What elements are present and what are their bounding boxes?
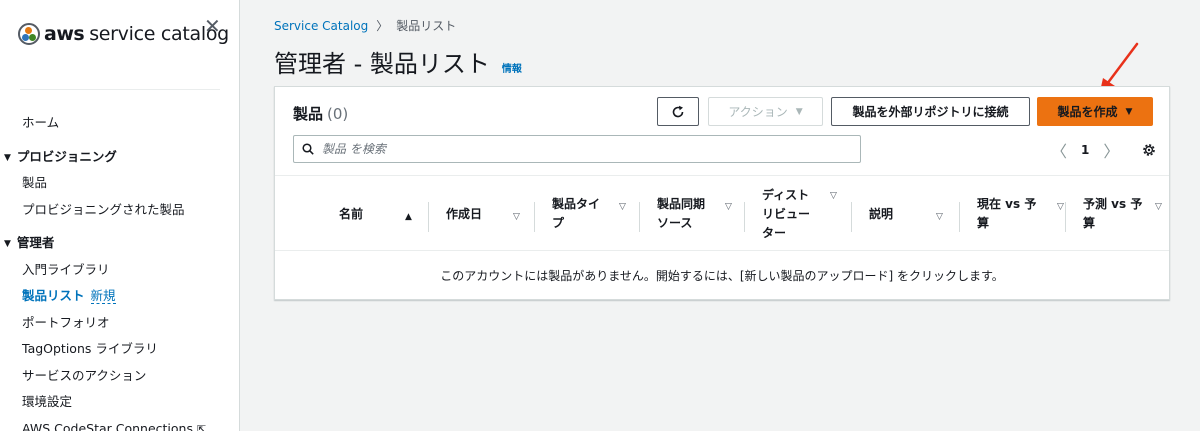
sort-icon: ▽: [513, 212, 520, 222]
sidebar-divider: [20, 89, 220, 90]
sidebar-item-service-actions[interactable]: サービスのアクション: [0, 363, 239, 390]
actions-dropdown[interactable]: アクション ▼: [708, 97, 823, 126]
gear-icon[interactable]: [1141, 142, 1157, 158]
sidebar-item-label: 入門ライブラリ: [22, 261, 110, 277]
sidebar-section-label: プロビジョニング: [16, 148, 117, 164]
column-label: 名前: [339, 206, 364, 221]
column-divider: [744, 202, 745, 232]
products-table-container: 製品 (0) アクション ▼ 製品を外部リポジトリに接続 製品を作成 ▼ 製品 …: [274, 86, 1170, 300]
column-divider: [428, 202, 429, 232]
sidebar-item-label: AWS CodeStar Connections: [22, 420, 193, 431]
sidebar-item-label: TagOptions ライブラリ: [22, 341, 158, 356]
search-icon: [302, 143, 314, 155]
column-header-current-vs-budget[interactable]: 現在 vs 予算 ▽: [977, 176, 1073, 252]
sidebar-item-label: ポートフォリオ: [22, 314, 110, 330]
logo-aws-text: aws: [44, 23, 85, 45]
column-header-description[interactable]: 説明 ▽: [869, 176, 949, 252]
column-label: 説明: [869, 206, 894, 221]
sidebar-item-portfolios[interactable]: ポートフォリオ: [0, 310, 239, 337]
sidebar-item-label: 製品: [22, 175, 48, 190]
sort-ascending-icon: ▲: [405, 212, 412, 222]
column-header-name[interactable]: 名前 ▲: [339, 176, 429, 252]
aws-service-catalog-logo: [18, 23, 40, 45]
service-logo[interactable]: aws service catalog: [18, 22, 229, 46]
sidebar-item-home[interactable]: ホーム: [0, 110, 239, 137]
column-divider: [959, 202, 960, 232]
empty-table-message: このアカウントには製品がありません。開始するには、[新しい製品のアップロード] …: [440, 268, 1004, 283]
caret-down-icon: ▼: [1125, 106, 1133, 117]
new-badge: 新規: [90, 288, 116, 304]
column-label: 現在 vs 予算: [977, 197, 1037, 230]
table-header: 名前 ▲ 作成日 ▽ 製品タイプ ▽ 製品同期 ソース ▽ ディスト リビュー …: [275, 175, 1169, 251]
products-title: 製品: [293, 105, 324, 123]
page-number[interactable]: 1: [1081, 143, 1089, 157]
breadcrumb-service-catalog[interactable]: Service Catalog: [274, 19, 368, 33]
caret-down-icon: ▼: [795, 106, 803, 117]
create-product-label: 製品を作成: [1057, 105, 1118, 119]
column-header-distributor[interactable]: ディスト リビュー ター ▽: [762, 176, 852, 252]
sidebar-item-label: ホーム: [22, 115, 60, 130]
app-root: aws service catalog ✕ ホーム ▼ プロビジョニング 製品 プ…: [0, 0, 1200, 431]
page-title-text: 管理者 - 製品リスト: [274, 50, 490, 78]
sidebar-item-preferences[interactable]: 環境設定: [0, 389, 239, 416]
breadcrumb: Service Catalog 〉 製品リスト: [274, 17, 456, 34]
column-label: 作成日: [446, 206, 483, 221]
sort-icon: ▽: [725, 202, 732, 212]
sidebar-item-label: 製品リスト: [22, 288, 85, 303]
column-divider: [851, 202, 852, 232]
search-field[interactable]: [293, 135, 861, 163]
sidebar-section-provisioning[interactable]: ▼ プロビジョニング: [0, 144, 239, 171]
products-count: (0): [327, 105, 349, 123]
chevron-left-icon[interactable]: 〈: [1051, 138, 1067, 162]
sidebar-item-getting-started-library[interactable]: 入門ライブラリ: [0, 257, 239, 284]
actions-label: アクション: [728, 105, 788, 119]
sidebar-item-tagoptions-library[interactable]: TagOptions ライブラリ: [0, 336, 239, 363]
refresh-button[interactable]: [657, 97, 699, 126]
create-product-button[interactable]: 製品を作成 ▼: [1037, 97, 1153, 126]
sort-icon: ▽: [619, 202, 626, 212]
column-header-forecast-vs-budget[interactable]: 予測 vs 予算 ▽: [1083, 176, 1169, 252]
sidebar-item-label: プロビジョニングされた製品: [22, 201, 185, 217]
sidebar-nav: ホーム ▼ プロビジョニング 製品 プロビジョニングされた製品 ▼ 管理者 入門ライ…: [0, 110, 239, 431]
info-link[interactable]: 情報: [502, 60, 522, 75]
breadcrumb-current: 製品リスト: [396, 19, 457, 33]
sort-icon: ▽: [830, 191, 837, 201]
sort-icon: ▽: [936, 212, 943, 222]
chevron-right-icon[interactable]: 〉: [1103, 138, 1119, 162]
column-divider: [639, 202, 640, 232]
sort-icon: ▽: [1155, 202, 1162, 212]
column-label: 予測 vs 予算: [1083, 197, 1143, 230]
connect-repository-button[interactable]: 製品を外部リポジトリに接続: [831, 97, 1030, 126]
page-title: 管理者 - 製品リスト 情報: [274, 44, 522, 79]
chevron-right-icon: 〉: [376, 19, 389, 33]
caret-down-icon: ▼: [4, 152, 11, 163]
sidebar-item-products[interactable]: 製品: [0, 170, 239, 197]
sidebar-item-label: サービスのアクション: [22, 367, 147, 383]
products-header: 製品 (0): [293, 103, 348, 124]
caret-down-icon: ▼: [4, 239, 11, 249]
sidebar-item-product-list[interactable]: 製品リスト 新規: [0, 283, 239, 310]
main-content: Service Catalog 〉 製品リスト 管理者 - 製品リスト 情報 製…: [240, 0, 1200, 431]
column-header-sync-source[interactable]: 製品同期 ソース ▽: [657, 176, 737, 252]
column-label: 製品タイプ: [552, 197, 601, 230]
sidebar-section-label: 管理者: [16, 235, 55, 250]
sidebar-item-provisioned-products[interactable]: プロビジョニングされた製品: [0, 197, 239, 224]
sidebar-section-admin[interactable]: ▼ 管理者: [0, 230, 239, 257]
external-link-icon: ⇱: [196, 422, 207, 431]
column-divider: [534, 202, 535, 232]
close-icon[interactable]: ✕: [204, 14, 221, 38]
column-header-created[interactable]: 作成日 ▽: [446, 176, 526, 252]
refresh-icon: [672, 105, 684, 117]
column-label: 製品同期 ソース: [657, 197, 706, 230]
sidebar-item-label: 環境設定: [22, 394, 73, 409]
pagination: 〈 1 〉: [1051, 138, 1157, 162]
connect-repository-label: 製品を外部リポジトリに接続: [852, 105, 1009, 119]
column-label: ディスト リビュー ター: [762, 187, 811, 240]
sidebar-item-codestar-connections[interactable]: AWS CodeStar Connections ⇱: [0, 416, 239, 431]
column-header-product-type[interactable]: 製品タイプ ▽: [552, 176, 638, 252]
column-divider: [1065, 202, 1066, 232]
sort-icon: ▽: [1057, 202, 1064, 212]
side-navigation: aws service catalog ✕ ホーム ▼ プロビジョニング 製品 プ…: [0, 0, 240, 431]
search-input[interactable]: [322, 142, 842, 156]
